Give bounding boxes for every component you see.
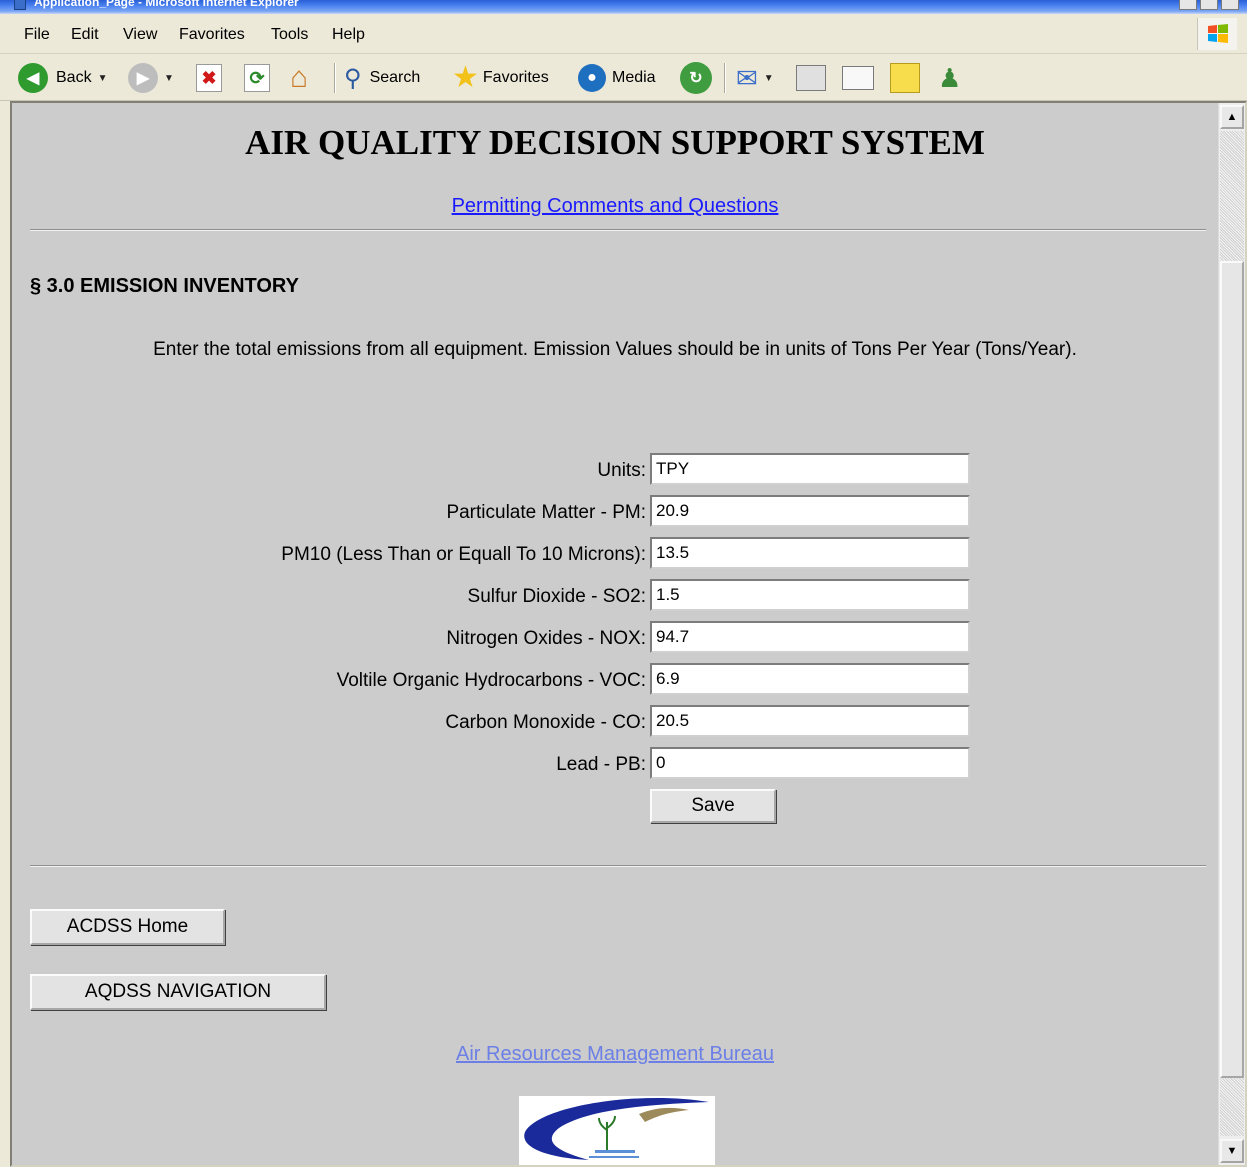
- pm10-label: PM10 (Less Than or Equall To 10 Microns)…: [281, 544, 646, 565]
- permitting-comments-link-wrap: Permitting Comments and Questions: [12, 195, 1218, 218]
- toolbar-separator: [334, 63, 336, 93]
- section-heading: § 3.0 EMISSION INVENTORY: [30, 275, 299, 297]
- search-button[interactable]: ⚲ Search: [344, 61, 420, 95]
- form-row-lead: Lead - PB:: [12, 747, 1218, 781]
- home-button[interactable]: ⌂: [290, 61, 308, 95]
- back-label: Back: [56, 69, 92, 86]
- forward-button[interactable]: ▶ ▼: [128, 61, 174, 95]
- scroll-track-top[interactable]: [1220, 131, 1244, 261]
- form-row-co: Carbon Monoxide - CO:: [12, 705, 1218, 739]
- pm-input[interactable]: [650, 495, 970, 527]
- nox-input[interactable]: [650, 621, 970, 653]
- print-button[interactable]: [796, 61, 826, 95]
- scroll-thumb[interactable]: [1220, 261, 1244, 1078]
- media-label: Media: [612, 69, 656, 86]
- menu-file[interactable]: File: [24, 26, 50, 44]
- windows-logo-icon: [1197, 18, 1237, 50]
- permitting-comments-link[interactable]: Permitting Comments and Questions: [452, 195, 779, 217]
- media-icon: ●: [578, 64, 606, 92]
- pm10-input[interactable]: [650, 537, 970, 569]
- toolbar: ◀ Back ▼ ▶ ▼ ✖ ⟳ ⌂ ⚲ Search ★ Favorites …: [0, 55, 1247, 101]
- pm-label: Particulate Matter - PM:: [446, 502, 646, 523]
- stop-icon: ✖: [196, 64, 222, 92]
- discuss-button[interactable]: [890, 61, 920, 95]
- lead-input[interactable]: [650, 747, 970, 779]
- mail-dropdown-icon[interactable]: ▼: [764, 73, 774, 84]
- page-body: AIR QUALITY DECISION SUPPORT SYSTEM Perm…: [12, 103, 1218, 1165]
- edit-page-icon: [842, 66, 874, 90]
- edit-button[interactable]: [842, 61, 874, 95]
- close-button[interactable]: [1221, 0, 1239, 10]
- scroll-down-button[interactable]: ▼: [1220, 1139, 1244, 1163]
- form-row-nox: Nitrogen Oxides - NOX:: [12, 621, 1218, 655]
- messenger-icon: ♟: [938, 62, 962, 93]
- refresh-button[interactable]: ⟳: [244, 61, 270, 95]
- maximize-button[interactable]: [1200, 0, 1218, 10]
- minimize-button[interactable]: [1179, 0, 1197, 10]
- media-button[interactable]: ● Media: [578, 61, 656, 95]
- menu-view[interactable]: View: [123, 26, 157, 44]
- history-button[interactable]: ↻: [680, 61, 712, 95]
- so2-input[interactable]: [650, 579, 970, 611]
- voc-input[interactable]: [650, 663, 970, 695]
- messenger-button[interactable]: ♟: [938, 61, 961, 95]
- page-title: AIR QUALITY DECISION SUPPORT SYSTEM: [245, 123, 985, 162]
- title-bar: Application_Page - Microsoft Internet Ex…: [0, 0, 1247, 14]
- forward-dropdown-icon[interactable]: ▼: [164, 73, 174, 84]
- lead-label: Lead - PB:: [556, 754, 646, 775]
- mail-button[interactable]: ✉ ▼: [736, 61, 774, 95]
- home-icon: ⌂: [290, 61, 309, 94]
- so2-label: Sulfur Dioxide - SO2:: [467, 586, 646, 607]
- scroll-up-button[interactable]: ▲: [1220, 105, 1244, 129]
- stop-button[interactable]: ✖: [196, 61, 222, 95]
- menu-bar: File Edit View Favorites Tools Help: [0, 14, 1247, 54]
- browser-window: Application_Page - Microsoft Internet Ex…: [0, 0, 1247, 1167]
- ie-page-icon: [14, 0, 26, 10]
- form-row-pm10: PM10 (Less Than or Equall To 10 Microns)…: [12, 537, 1218, 571]
- form-row-voc: Voltile Organic Hydrocarbons - VOC:: [12, 663, 1218, 697]
- window-controls: [1179, 0, 1239, 10]
- voc-label: Voltile Organic Hydrocarbons - VOC:: [336, 670, 646, 691]
- menu-help[interactable]: Help: [332, 26, 365, 44]
- form-row-pm: Particulate Matter - PM:: [12, 495, 1218, 529]
- browser-content-frame: AIR QUALITY DECISION SUPPORT SYSTEM Perm…: [10, 101, 1247, 1167]
- vertical-scrollbar[interactable]: ▲ ▼: [1218, 103, 1245, 1165]
- mail-icon: ✉: [736, 62, 758, 93]
- toolbar-separator: [724, 63, 726, 93]
- menu-tools[interactable]: Tools: [271, 26, 308, 44]
- save-button[interactable]: Save: [650, 789, 776, 823]
- menu-favorites[interactable]: Favorites: [179, 26, 245, 44]
- favorites-button[interactable]: ★ Favorites: [452, 61, 549, 95]
- history-icon: ↻: [680, 62, 712, 94]
- units-input[interactable]: [650, 453, 970, 485]
- co-input[interactable]: [650, 705, 970, 737]
- acdss-home-button[interactable]: ACDSS Home: [30, 909, 225, 945]
- co-label: Carbon Monoxide - CO:: [445, 712, 646, 733]
- aqdss-navigation-button[interactable]: AQDSS NAVIGATION: [30, 974, 326, 1010]
- favorites-star-icon: ★: [452, 61, 479, 94]
- forward-arrow-icon: ▶: [128, 63, 158, 93]
- nox-label: Nitrogen Oxides - NOX:: [446, 628, 646, 649]
- divider-bottom: [30, 865, 1206, 867]
- bureau-logo: [519, 1096, 715, 1165]
- back-button[interactable]: ◀ Back ▼: [18, 61, 107, 95]
- air-resources-link[interactable]: Air Resources Management Bureau: [12, 1043, 1218, 1066]
- form-row-so2: Sulfur Dioxide - SO2:: [12, 579, 1218, 613]
- menu-edit[interactable]: Edit: [71, 26, 99, 44]
- discuss-note-icon: [890, 63, 920, 93]
- instructions-text: Enter the total emissions from all equip…: [153, 339, 1077, 360]
- units-label: Units:: [597, 460, 646, 481]
- search-icon: ⚲: [344, 64, 362, 92]
- divider-top: [30, 229, 1206, 231]
- favorites-label: Favorites: [482, 69, 549, 86]
- refresh-icon: ⟳: [244, 64, 270, 92]
- search-label: Search: [369, 69, 421, 86]
- form-row-units: Units:: [12, 453, 1218, 487]
- print-icon: [796, 65, 826, 91]
- back-arrow-icon: ◀: [18, 63, 48, 93]
- back-dropdown-icon[interactable]: ▼: [98, 73, 108, 84]
- scroll-track-bottom[interactable]: [1220, 1078, 1244, 1136]
- window-title: Application_Page - Microsoft Internet Ex…: [34, 0, 299, 9]
